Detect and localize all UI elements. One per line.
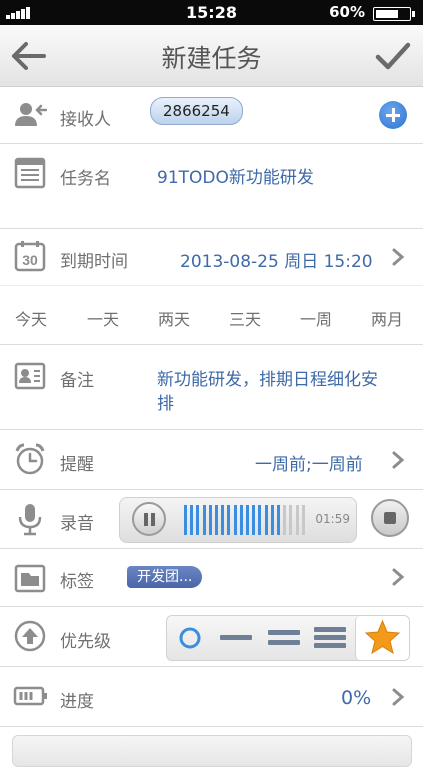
tag-chip[interactable]: 开发团... [127,566,203,588]
wave-bar [295,505,299,535]
quick-date-today[interactable]: 今天 [15,306,47,330]
chevron-right-icon [392,568,405,586]
due-date-label: 到期时间 [60,252,128,272]
due-date-value[interactable]: 2013-08-25 周日 15:20 [180,247,373,272]
wave-bar [252,505,256,535]
priority-low-option[interactable] [213,616,259,660]
pause-button[interactable] [132,502,166,536]
wave-bar [227,505,231,535]
page-title: 新建任务 [161,44,262,73]
quick-date-two-months[interactable]: 两月 [371,306,403,330]
wave-bar [215,505,218,535]
chevron-right-icon [392,248,405,266]
wave-bar [233,505,237,535]
wave-bar [221,505,225,535]
task-name-field[interactable]: 91TODO新功能研发 [157,163,314,188]
triple-bar-icon [314,627,346,648]
quick-date-two-days[interactable]: 两天 [158,306,190,330]
wave-bar [190,505,194,535]
double-bar-icon [268,630,300,645]
single-bar-icon [220,635,252,640]
alarm-clock-icon [15,443,45,475]
svg-text:30: 30 [22,252,38,268]
folder-icon [14,564,46,593]
priority-row: 优先级 [0,607,423,667]
wave-bar [283,505,287,535]
recording-label: 录音 [60,514,94,534]
note-line-1[interactable]: 新功能研发，排期日程细化安 [157,365,378,390]
tags-row[interactable]: 标签 开发团... [0,549,423,607]
battery-percent: 60% [329,3,365,21]
wave-bar [277,505,280,535]
quick-date-one-week[interactable]: 一周 [300,306,332,330]
wave-bar [289,505,293,535]
document-icon [14,157,46,189]
receiver-chip[interactable]: 2866254 [150,97,243,125]
stop-button[interactable] [371,499,409,537]
quick-date-row: 今天 一天 两天 三天 一周 两月 [0,286,423,345]
priority-medium-option[interactable] [261,616,307,660]
receiver-row: 接收人 2866254 [0,87,423,144]
task-name-label: 任务名 [60,169,111,189]
priority-none-option[interactable] [167,616,213,660]
contact-icon [15,103,47,126]
chevron-right-icon [392,451,405,469]
audio-duration: 01:59 [315,512,350,526]
wave-bar [258,505,262,535]
quick-date-one-day[interactable]: 一天 [87,306,119,330]
reminder-label: 提醒 [60,455,94,475]
tags-label: 标签 [60,572,94,592]
star-icon [364,619,401,655]
recording-row: 录音 01:59 [0,490,423,549]
audio-progress[interactable] [184,505,309,535]
wave-bar [184,505,187,535]
audio-player: 01:59 [119,497,357,543]
wave-bar [246,505,249,535]
receiver-label: 接收人 [60,110,111,130]
progress-value[interactable]: 0% [341,687,371,709]
note-row[interactable]: 备注 新功能研发，排期日程细化安 排 [0,345,423,430]
note-label: 备注 [60,371,94,391]
priority-label: 优先级 [60,632,111,652]
progress-label: 进度 [60,692,94,712]
checkmark-icon [375,42,411,70]
priority-high-option[interactable] [307,616,353,660]
save-button[interactable] [373,37,413,75]
due-date-row[interactable]: 30 到期时间 2013-08-25 周日 15:20 [0,229,423,286]
quick-date-three-days[interactable]: 三天 [229,306,261,330]
priority-selector [166,615,410,661]
nav-bar: 新建任务 [0,25,423,87]
bottom-panel [12,735,412,767]
wave-bar [208,505,212,535]
task-name-row[interactable]: 任务名 91TODO新功能研发 [0,144,423,229]
add-receiver-button[interactable] [379,101,407,129]
battery-progress-icon [13,686,47,706]
wave-bar [239,505,243,535]
wave-bar [270,505,274,535]
note-line-2[interactable]: 排 [157,389,174,414]
wave-bar [196,505,200,535]
status-bar: 15:28 60% [0,0,423,25]
wave-bar [202,505,206,535]
wave-bar [264,505,268,535]
reminder-row[interactable]: 提醒 一周前;一周前 [0,430,423,490]
wave-bar [301,505,305,535]
circle-outline-icon [179,627,201,649]
progress-row[interactable]: 进度 0% [0,667,423,727]
reminder-value[interactable]: 一周前;一周前 [255,450,363,475]
chevron-right-icon [392,688,405,706]
contact-card-icon [14,362,46,390]
battery-icon [373,7,415,21]
microphone-icon [18,504,42,536]
calendar-icon: 30 [14,241,46,272]
arrow-up-circle-icon [14,620,46,652]
priority-star-option[interactable] [355,616,409,660]
